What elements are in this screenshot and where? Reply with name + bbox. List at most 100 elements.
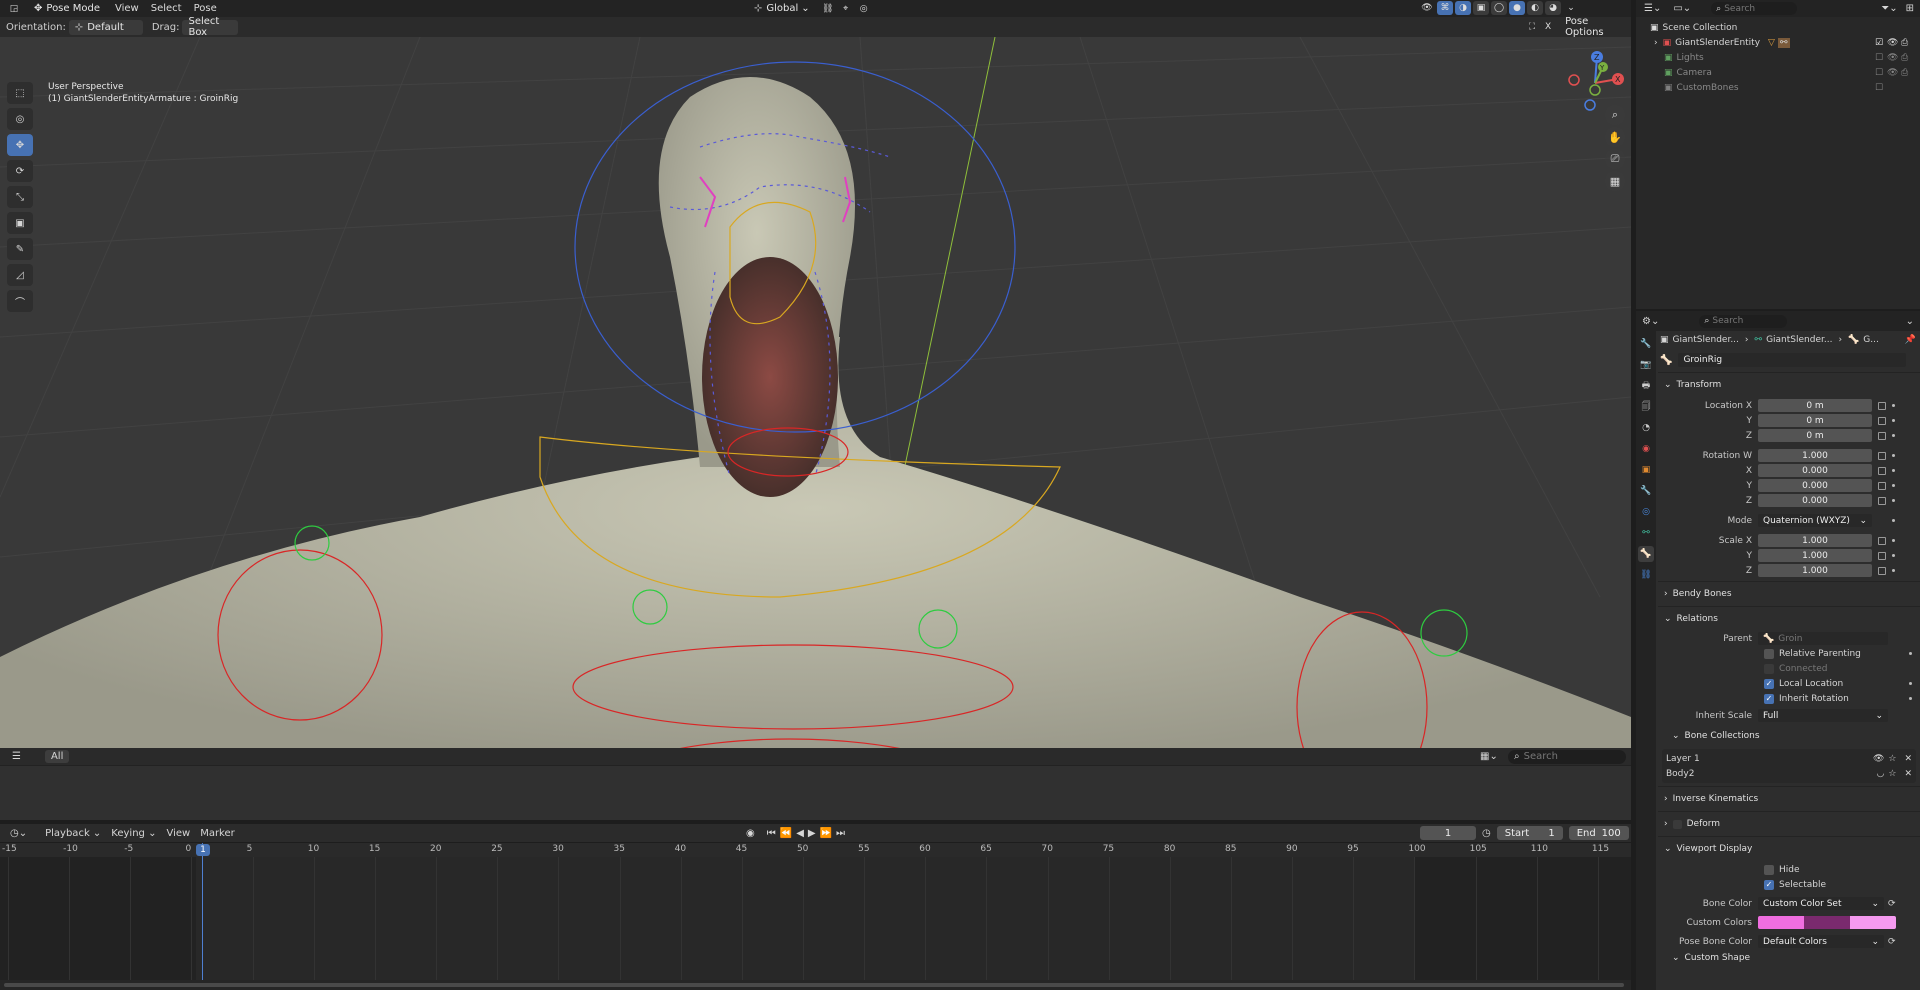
close-icon[interactable]: ✕ [1904, 769, 1912, 779]
eye-closed-icon[interactable]: ◡ [1877, 769, 1885, 779]
eye-icon[interactable]: 👁 [1887, 53, 1898, 63]
deform-panel-header[interactable]: › Deform [1658, 815, 1920, 833]
keyframe-dot-icon[interactable] [1892, 499, 1895, 502]
keyframe-dot-icon[interactable] [1892, 434, 1895, 437]
jump-start-icon[interactable]: ⏮ [767, 828, 776, 839]
zoom-icon[interactable]: ⌕ [1605, 105, 1625, 125]
shading-wireframe-icon[interactable]: ◯ [1491, 1, 1507, 15]
rotation-mode-dropdown[interactable]: Quaternion (WXYZ) ⌄ [1758, 514, 1872, 527]
scale-y-field[interactable]: 1.000 [1758, 549, 1872, 562]
menu-select[interactable]: Select [145, 3, 188, 14]
mode-selector[interactable]: ✥ Pose Mode [28, 1, 106, 16]
keyframe-dot-icon[interactable] [1909, 682, 1912, 685]
timeline-ruler[interactable]: -15 -10 -5 0 5 10 15 20 25 30 35 40 45 50 55 60 65 70 75 80… [0, 843, 1631, 857]
scene-tab-icon[interactable]: ◔ [1638, 420, 1654, 436]
jump-end-icon[interactable]: ⏭ [836, 828, 845, 839]
camera-view-icon[interactable]: ⎚ [1605, 149, 1625, 169]
custom-color-select-swatch[interactable] [1804, 916, 1850, 929]
shading-material-icon[interactable]: ◐ [1527, 1, 1543, 15]
transform-orientation-dropdown[interactable]: ⊹ Global ⌄ [748, 1, 816, 16]
properties-options-icon[interactable]: ⌄ [1906, 316, 1914, 327]
keyframe-dot-icon[interactable] [1909, 652, 1912, 655]
bone-collection-item[interactable]: Body2 ◡ ☆ ✕ [1662, 766, 1916, 781]
exclude-checkbox[interactable]: ☐ [1875, 68, 1883, 78]
outliner-item-custombones[interactable]: ▣ CustomBones ☐ [1650, 80, 1920, 95]
hide-checkbox[interactable] [1764, 864, 1774, 875]
jump-key-prev-icon[interactable]: ⏪ [780, 828, 792, 839]
local-location-checkbox[interactable]: ✓ [1764, 678, 1774, 689]
autokey-icon[interactable]: ◉ [746, 828, 755, 839]
timeline-scrollbar[interactable] [0, 980, 1631, 990]
output-tab-icon[interactable]: 🖶 [1638, 378, 1654, 394]
outliner-item-giantslenderentity[interactable]: › ▣ GiantSlenderEntity ▽ ⚯ ☑ 👁 ⎙ [1650, 35, 1920, 50]
menu-playback[interactable]: Playback ⌄ [45, 828, 101, 839]
object-tab-icon[interactable]: ▣ [1638, 462, 1654, 478]
keyframe-dot-icon[interactable] [1892, 454, 1895, 457]
preview-range-icon[interactable]: ◷ [1482, 828, 1491, 839]
star-icon[interactable]: ☆ [1888, 769, 1896, 779]
render-camera-icon[interactable]: ⎙ [1901, 38, 1908, 48]
start-frame-field[interactable]: Start 1 [1496, 826, 1563, 840]
gizmo-neg-x-icon[interactable] [1568, 74, 1580, 86]
close-icon[interactable]: ✕ [1904, 754, 1912, 764]
bone-name-field[interactable]: GroinRig [1678, 353, 1907, 367]
shelf-display-icon[interactable]: ▦⌄ [1480, 751, 1498, 762]
pan-hand-icon[interactable]: ✋ [1605, 127, 1625, 147]
scale-x-field[interactable]: 1.000 [1758, 534, 1872, 547]
copy-color-icon[interactable]: ⟳ [1888, 899, 1896, 909]
exclude-checkbox[interactable]: ☐ [1875, 53, 1883, 63]
eye-icon[interactable]: 👁 [1887, 68, 1898, 78]
shading-solid-icon[interactable]: ● [1509, 1, 1525, 15]
rotation-x-field[interactable]: 0.000 [1758, 464, 1872, 477]
annotate-tool[interactable]: ✎ [7, 238, 33, 260]
exclude-checkbox[interactable]: ☐ [1875, 83, 1883, 93]
properties-editor-icon[interactable]: ⚙⌄ [1642, 316, 1659, 327]
menu-keying[interactable]: Keying ⌄ [111, 828, 156, 839]
lock-icon[interactable] [1878, 551, 1886, 560]
proportional-edit-icon[interactable]: ◎ [856, 2, 872, 16]
shading-options-icon[interactable]: ⌄ [1563, 1, 1579, 15]
connected-checkbox[interactable] [1764, 663, 1774, 674]
timeline-body[interactable] [0, 857, 1631, 980]
rotation-z-field[interactable]: 0.000 [1758, 494, 1872, 507]
inverse-kinematics-panel-header[interactable]: › Inverse Kinematics [1658, 790, 1920, 808]
select-box-tool[interactable]: ⬚ [7, 82, 33, 104]
eye-icon[interactable]: 👁 [1873, 754, 1884, 764]
keyframe-dot-icon[interactable] [1892, 484, 1895, 487]
inherit-rotation-checkbox[interactable]: ✓ [1764, 693, 1774, 704]
world-tab-icon[interactable]: ◉ [1638, 441, 1654, 457]
outliner-editor-icon[interactable]: ☰⌄ [1644, 3, 1661, 14]
render-tab-icon[interactable]: 📷 [1638, 357, 1654, 373]
expand-arrow-icon[interactable]: › [1654, 38, 1658, 48]
bone-collection-item[interactable]: Layer 1 👁 ☆ ✕ [1662, 751, 1916, 766]
tool-tab-icon[interactable]: 🔧 [1638, 336, 1654, 352]
bone-color-dropdown[interactable]: Custom Color Set ⌄ [1758, 897, 1884, 910]
scale-tool[interactable]: ⤡ [7, 186, 33, 208]
shelf-search[interactable]: ⌕ Search [1508, 749, 1626, 764]
shading-rendered-icon[interactable]: ◕ [1545, 1, 1561, 15]
rotate-tool[interactable]: ⟳ [7, 160, 33, 182]
x-mirror-icon[interactable]: X [1541, 20, 1555, 34]
location-y-field[interactable]: 0 m [1758, 414, 1872, 427]
measure-tool[interactable]: ◿ [7, 264, 33, 286]
properties-search[interactable]: ⌕ Search [1699, 314, 1788, 328]
lock-icon[interactable] [1878, 401, 1886, 410]
star-icon[interactable]: ☆ [1888, 754, 1896, 764]
keyframe-dot-icon[interactable] [1892, 539, 1895, 542]
inherit-scale-dropdown[interactable]: Full ⌄ [1758, 709, 1888, 722]
modifier-tab-icon[interactable]: 🔧 [1638, 483, 1654, 499]
bone-tab-icon[interactable]: 🦴 [1638, 546, 1654, 562]
gizmo-neg-y-icon[interactable] [1589, 84, 1601, 96]
location-x-field[interactable]: 0 m [1758, 399, 1872, 412]
play-reverse-icon[interactable]: ◀ [796, 828, 804, 839]
relations-panel-header[interactable]: ⌄ Relations [1658, 610, 1920, 628]
pivot-icon[interactable]: ⛓ [820, 2, 836, 16]
viewport-display-panel-header[interactable]: ⌄ Viewport Display [1658, 840, 1920, 858]
pose-bone-color-dropdown[interactable]: Default Colors ⌄ [1758, 935, 1884, 948]
physics-tab-icon[interactable]: ◎ [1638, 504, 1654, 520]
menu-pose[interactable]: Pose [188, 3, 223, 14]
outliner-item-camera[interactable]: ▣ Camera ☐ 👁 ⎙ [1650, 65, 1920, 80]
custom-color-active-swatch[interactable] [1850, 916, 1896, 929]
transform-tool[interactable]: ▣ [7, 212, 33, 234]
lock-icon[interactable] [1878, 466, 1886, 475]
